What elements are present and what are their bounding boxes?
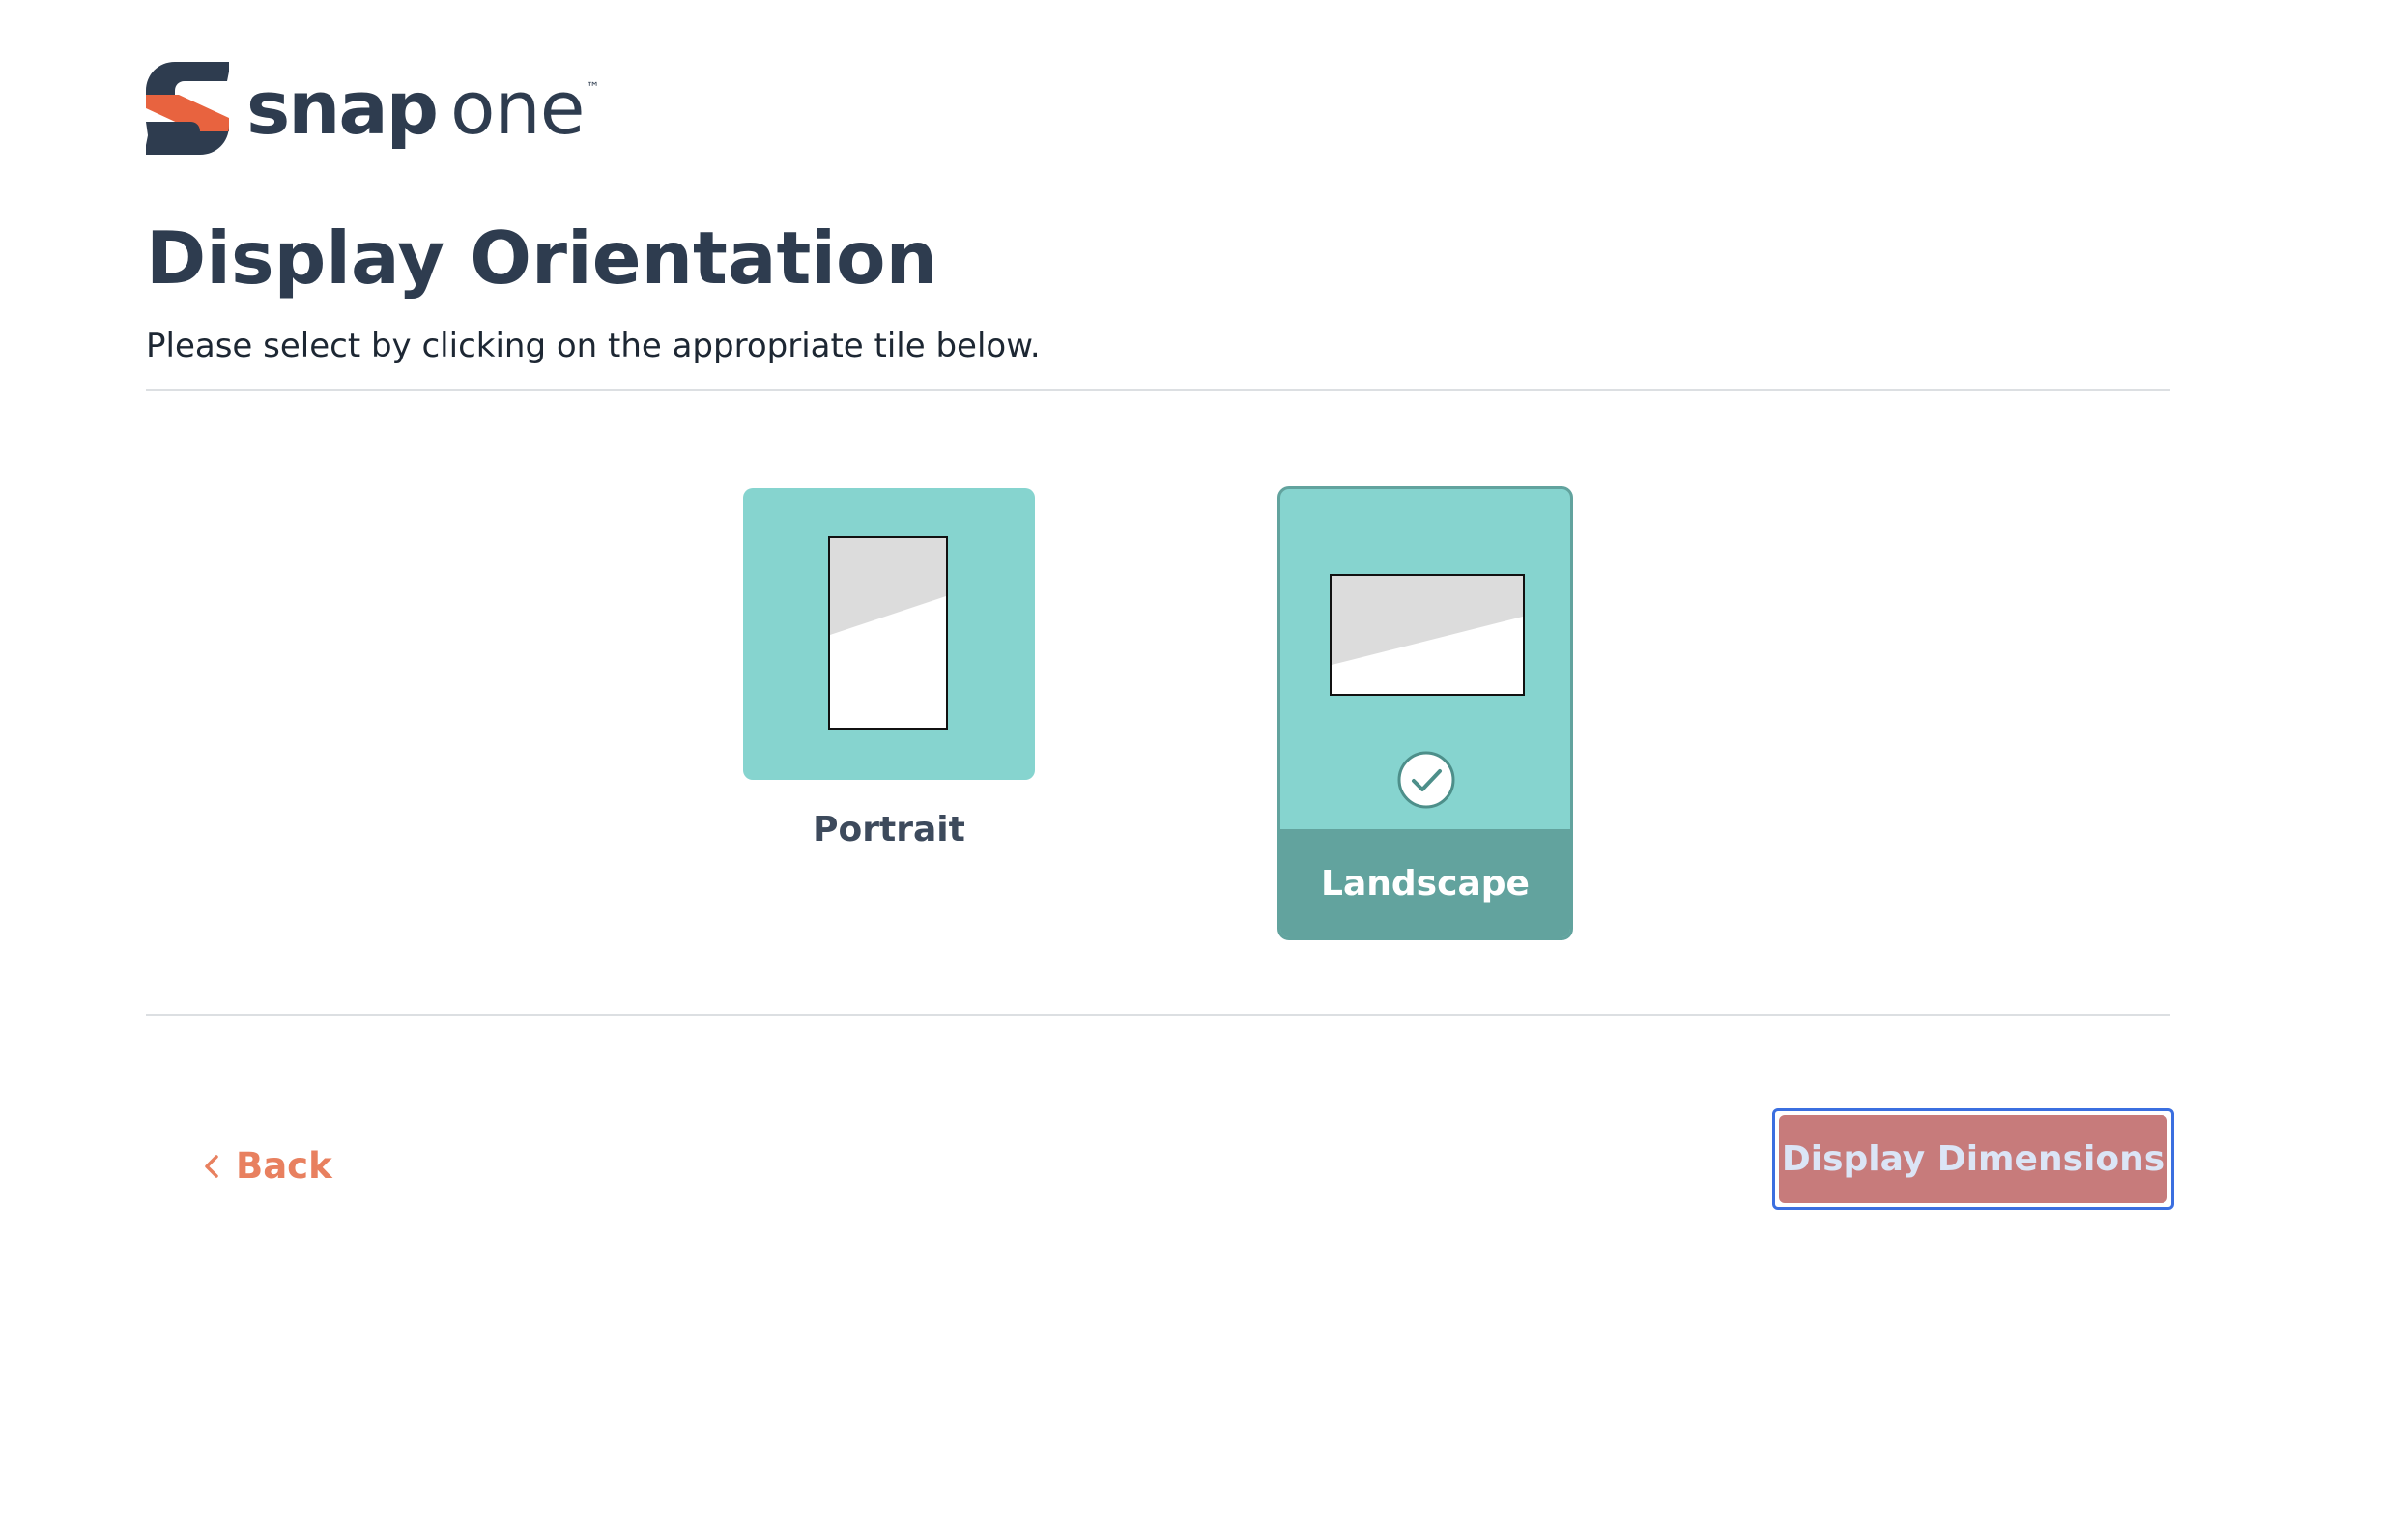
- page-subtitle: Please select by clicking on the appropr…: [146, 327, 1041, 365]
- back-button[interactable]: Back: [201, 1145, 332, 1187]
- landscape-screen-icon: [1330, 574, 1525, 696]
- landscape-tile[interactable]: Landscape: [1277, 486, 1573, 940]
- portrait-tile-label: Portrait: [813, 810, 965, 849]
- landscape-tile-footer: Landscape: [1280, 829, 1570, 937]
- portrait-tile[interactable]: [743, 488, 1035, 780]
- back-button-label: Back: [236, 1145, 332, 1187]
- snap-one-logo: snap one ™: [146, 62, 599, 155]
- check-circle-icon: [1397, 751, 1455, 809]
- chevron-left-icon: [205, 1154, 218, 1178]
- snap-one-logo-mark-icon: [146, 62, 229, 155]
- logo-word-one: one: [450, 65, 585, 151]
- logo-trademark: ™: [586, 80, 600, 96]
- landscape-tile-label: Landscape: [1321, 863, 1530, 904]
- logo-word-snap: snap: [246, 65, 439, 151]
- portrait-screen-icon: [828, 536, 948, 730]
- display-dimensions-button[interactable]: Display Dimensions: [1779, 1115, 2167, 1203]
- divider-bottom: [146, 1014, 2170, 1016]
- page-title: Display Orientation: [146, 216, 937, 301]
- divider-top: [146, 389, 2170, 391]
- next-button-focus-ring: Display Dimensions: [1772, 1108, 2174, 1210]
- logo-wordmark: snap one ™: [246, 72, 599, 145]
